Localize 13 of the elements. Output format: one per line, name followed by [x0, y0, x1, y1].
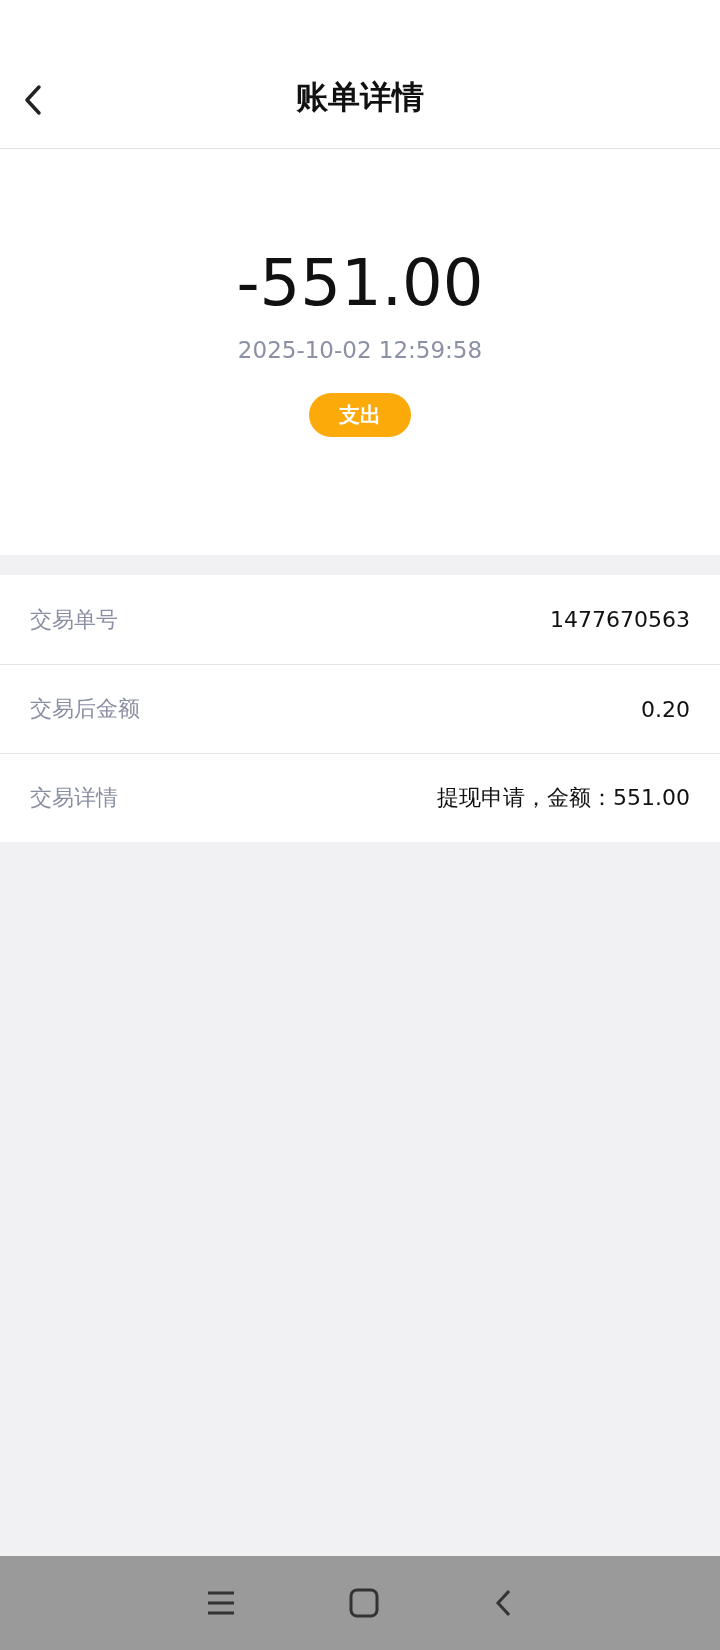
transaction-time: 2025-10-02 12:59:58 — [237, 337, 483, 363]
home-icon[interactable] — [349, 1588, 379, 1618]
detail-value: 提现申请，金额：551.00 — [437, 784, 690, 812]
detail-label: 交易详情 — [30, 784, 118, 812]
detail-value: 0.20 — [641, 696, 690, 722]
amount: -551.00 — [236, 245, 484, 321]
page-title: 账单详情 — [296, 77, 424, 118]
back-icon[interactable] — [22, 84, 44, 116]
detail-value: 1477670563 — [550, 607, 690, 632]
menu-icon[interactable] — [207, 1590, 235, 1616]
detail-label: 交易单号 — [30, 605, 118, 634]
type-badge: 支出 — [309, 393, 411, 437]
detail-label: 交易后金额 — [30, 695, 140, 723]
